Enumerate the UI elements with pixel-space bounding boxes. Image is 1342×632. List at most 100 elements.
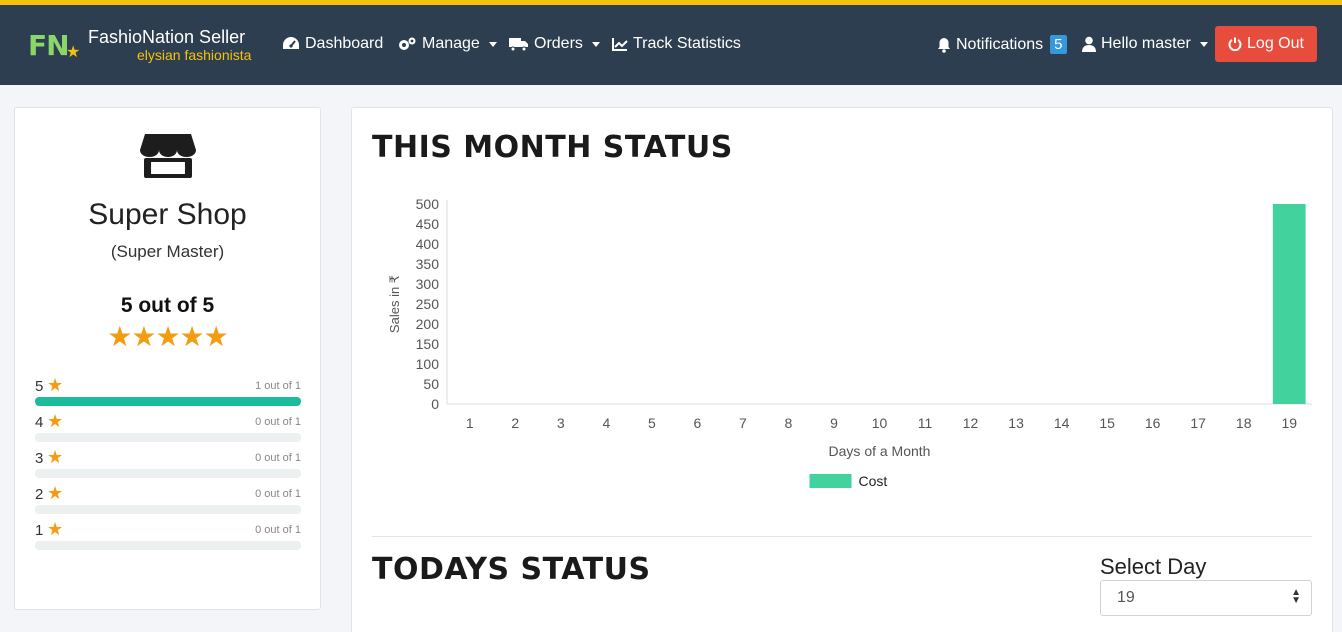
y-tick-label: 0	[431, 396, 439, 412]
y-tick-label: 500	[416, 196, 440, 212]
x-tick-label: 13	[1008, 415, 1024, 431]
x-tick-label: 7	[739, 415, 747, 431]
truck-icon	[509, 38, 528, 52]
nav-user-label: Hello master	[1101, 35, 1191, 52]
x-tick-label: 1	[466, 415, 474, 431]
y-tick-label: 100	[416, 356, 440, 372]
x-tick-label: 6	[693, 415, 701, 431]
nav-notifications[interactable]: Notifications 5	[937, 35, 1067, 54]
bell-icon	[938, 37, 950, 53]
star-icon: ★	[203, 321, 229, 352]
x-tick-label: 9	[830, 415, 838, 431]
rating-row-5: 5 ★ 1 out of 1	[35, 375, 301, 410]
today-status-title: TODAYS STATUS	[372, 552, 651, 587]
rating-progress-bar	[35, 433, 301, 442]
logout-button[interactable]: Log Out	[1215, 26, 1317, 62]
y-axis-title: Sales in ₹	[387, 275, 402, 333]
store-icon	[140, 134, 196, 178]
x-tick-label: 4	[602, 415, 610, 431]
x-axis-title: Days of a Month	[829, 443, 931, 459]
rating-row-count: 0 out of 1	[255, 488, 301, 500]
y-tick-label: 250	[416, 296, 440, 312]
rating-row-2: 2 ★ 0 out of 1	[35, 483, 301, 518]
x-tick-label: 15	[1099, 415, 1115, 431]
chevron-down-icon	[591, 41, 600, 47]
nav-orders[interactable]: Orders	[509, 35, 600, 53]
power-icon	[1228, 37, 1242, 51]
rating-progress-fill	[35, 397, 301, 406]
nav-track-statistics[interactable]: Track Statistics	[612, 35, 741, 53]
x-tick-label: 17	[1190, 415, 1206, 431]
rating-progress-bar	[35, 397, 301, 406]
star-icon: ★	[47, 375, 64, 395]
star-icon: ★	[155, 321, 180, 352]
rating-progress-bar	[35, 469, 301, 478]
star-icon: ★	[47, 519, 64, 539]
brand-logo[interactable]: FN	[28, 29, 70, 62]
nav-orders-label: Orders	[534, 35, 583, 52]
rating-row-count: 0 out of 1	[255, 416, 301, 428]
rating-row-4: 4 ★ 0 out of 1	[35, 411, 301, 446]
nav-track-label: Track Statistics	[633, 35, 741, 52]
rating-row-count: 0 out of 1	[255, 452, 301, 464]
dashboard-gauge-icon	[283, 37, 299, 49]
select-arrows-icon: ▲ ▼	[1291, 587, 1301, 606]
nav-manage-label: Manage	[422, 35, 480, 52]
select-day-label: Select Day	[1100, 554, 1207, 579]
y-tick-label: 150	[416, 336, 440, 352]
x-tick-label: 16	[1145, 415, 1161, 431]
select-day-dropdown[interactable]: 19 ▲ ▼	[1100, 580, 1312, 616]
rating-stars: ★★★★★	[15, 320, 320, 353]
nav-user-menu[interactable]: Hello master	[1082, 35, 1208, 53]
star-icon: ★	[107, 321, 132, 352]
rating-row-stars: 1	[35, 522, 44, 539]
y-tick-label: 300	[416, 276, 440, 292]
notifications-count-badge: 5	[1050, 35, 1067, 54]
chevron-down-icon	[488, 41, 497, 47]
rating-row-stars: 4	[35, 414, 44, 431]
legend-label: Cost	[859, 473, 888, 489]
shop-name: Super Shop	[88, 198, 247, 231]
y-tick-label: 200	[416, 316, 440, 332]
star-icon: ★	[47, 483, 64, 503]
star-icon: ★	[131, 321, 156, 352]
shop-subtitle: (Super Master)	[110, 242, 225, 261]
rating-row-stars: 3	[35, 450, 44, 467]
x-tick-label: 3	[557, 415, 565, 431]
rating-summary: 5 out of 5	[120, 294, 215, 317]
x-tick-label: 5	[648, 415, 656, 431]
star-icon: ★	[47, 447, 64, 467]
rating-row-stars: 5	[35, 378, 44, 395]
rating-row-stars: 2	[35, 486, 44, 503]
rating-progress-bar	[35, 505, 301, 514]
nav-manage[interactable]: Manage	[397, 35, 497, 53]
brand-star-icon: ★	[66, 44, 81, 61]
chevron-down-icon	[1199, 41, 1208, 47]
status-card: THIS MONTH STATUS 0 50 100 150 200 250 300 350 4…	[351, 107, 1333, 632]
logout-label: Log Out	[1247, 35, 1304, 52]
nav-dashboard-label: Dashboard	[305, 35, 384, 52]
y-tick-label: 50	[423, 376, 439, 392]
rating-row-count: 1 out of 1	[255, 380, 301, 392]
rating-row-count: 0 out of 1	[255, 524, 301, 536]
user-icon	[1082, 36, 1096, 52]
x-tick-label: 12	[963, 415, 979, 431]
legend-swatch	[809, 474, 852, 488]
y-tick-label: 450	[416, 216, 440, 232]
x-tick-label: 14	[1054, 415, 1070, 431]
chart-bar	[1272, 204, 1306, 404]
nav-notifications-label: Notifications	[956, 35, 1044, 53]
monthly-sales-chart: 0501001502002503003504004505001 2 3 4 5 6 7 8 9 1…	[387, 196, 1312, 489]
line-chart-icon	[612, 38, 628, 51]
rating-progress-bar	[35, 541, 301, 550]
brand-name[interactable]: FashioNation Seller	[88, 27, 245, 48]
x-tick-label: 8	[785, 415, 793, 431]
star-icon: ★	[47, 411, 64, 431]
nav-dashboard[interactable]: Dashboard	[282, 35, 383, 53]
section-divider	[372, 536, 1312, 537]
star-icon: ★	[179, 321, 205, 352]
navbar: FN ★ FashioNation Seller elysian fashion…	[0, 5, 1342, 85]
month-status-title: THIS MONTH STATUS	[372, 130, 733, 165]
x-tick-label: 2	[511, 415, 519, 431]
cogs-icon	[399, 37, 416, 50]
